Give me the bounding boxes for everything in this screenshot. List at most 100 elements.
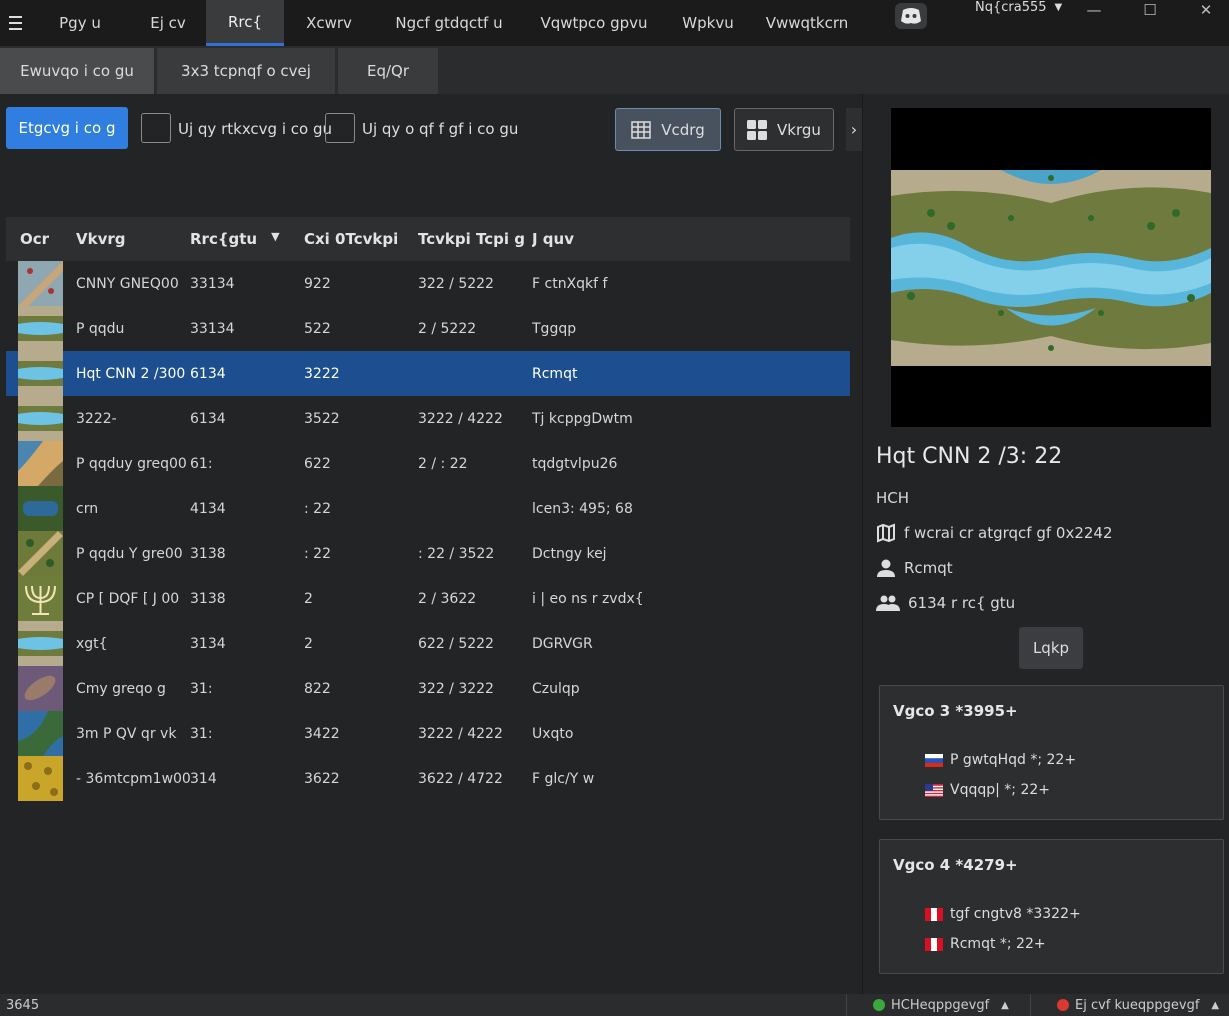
cell-title: crn xyxy=(76,500,99,517)
map-thumbnail-image xyxy=(18,351,63,396)
player-name: Vqqqp| *; 22+ xyxy=(950,782,1051,798)
show-modded-games-label: Uj qy o qf f gf i co gu xyxy=(362,120,519,138)
cell-avg-rating: : 22 xyxy=(304,500,331,517)
games-table: Ocr Vkvrg Rrc{gtu ▼ Cxi 0Tcvkpi Tcvkpi T… xyxy=(6,217,850,801)
games-list-panel: Etgcvg i co g Uj qy rtkxcvg i co gu Uj q… xyxy=(0,94,862,994)
header-avg-rating[interactable]: Cxi 0Tcvkpi xyxy=(304,230,418,248)
map-thumbnail-image xyxy=(18,621,63,666)
header-rating-range[interactable]: Tcvkpi Tcpi g xyxy=(418,230,532,248)
cell-title: Cmy greqo g xyxy=(76,680,166,697)
show-modded-games-checkbox[interactable] xyxy=(325,113,355,143)
discord-icon[interactable] xyxy=(894,2,928,30)
faf-connection-status[interactable]: HCHeqppgevgf ▲ xyxy=(846,994,1009,1016)
table-body: CNNY GNEQ00 33134 922 322 / 5222 F ctnXqkf f… xyxy=(6,261,850,801)
table-row[interactable]: 3m P QV qr vk 31: 3422 3222 / 4222 Uxqto xyxy=(6,711,850,756)
header-host[interactable]: J quv xyxy=(532,230,732,248)
menu-icon[interactable] xyxy=(0,0,30,46)
map-thumbnail xyxy=(6,756,76,801)
table-row[interactable]: - 36mtcpm1w00 314 3622 3622 / 4722 F glc/Y w xyxy=(6,756,850,801)
maximize-icon[interactable]: ☐ xyxy=(1122,0,1178,20)
tab-play[interactable]: Rrc{ xyxy=(206,0,284,46)
cell-avg-rating: 3522 xyxy=(304,410,340,427)
table-header: Ocr Vkvrg Rrc{gtu ▼ Cxi 0Tcvkpi Tcvkpi T… xyxy=(6,217,850,261)
chevron-up-icon: ▲ xyxy=(1001,999,1009,1011)
table-row[interactable]: xgt{3134 2 622 / 5222 DGRVGR xyxy=(6,621,850,666)
cell-title: - 36mtcpm1w00 xyxy=(76,770,190,787)
team-1-box: Vgco 3 *3995+ P gwtqHqd *; 22+ Vqqqp| *;… xyxy=(879,685,1224,820)
table-row[interactable]: CP [ DQF [ J 00 3138 2 2 / 3622 i | eo ns r … xyxy=(6,576,850,621)
header-map[interactable]: Ocr xyxy=(6,230,76,248)
faf-status-label: HCHeqppgevgf xyxy=(891,997,990,1013)
table-row[interactable]: CNNY GNEQ00 33134 922 322 / 5222 F ctnXqkf f xyxy=(6,261,850,306)
map-thumbnail xyxy=(6,396,76,441)
table-row[interactable]: 3222- 6134 3522 3222 / 4222 Tj kcppgDwtm xyxy=(6,396,850,441)
minimize-icon[interactable]: — xyxy=(1066,0,1122,20)
cell-players: 3138 xyxy=(190,590,226,607)
map-preview xyxy=(891,108,1211,427)
map-thumbnail xyxy=(6,351,76,396)
players-count: 6134 r rc{ gtu xyxy=(908,594,1016,612)
cell-title: P qqdu Y gre00 xyxy=(76,545,183,562)
table-row[interactable]: crn 4134: 22 lcen3: 495; 68 xyxy=(6,486,850,531)
tab-tournaments[interactable]: Vqwtpco gpvu xyxy=(524,0,664,46)
header-title[interactable]: Vkvrg xyxy=(76,230,190,248)
cell-rating-range: 3222 / 4222 xyxy=(418,725,503,742)
show-private-games-checkbox[interactable] xyxy=(141,113,171,143)
cell-title: xgt{ xyxy=(76,635,108,652)
flag-ru-icon xyxy=(925,753,943,767)
close-icon[interactable]: ✕ xyxy=(1178,0,1229,20)
cell-players: 314 xyxy=(190,770,217,787)
cell-avg-rating: 822 xyxy=(304,680,331,697)
table-view-button[interactable]: Vcdrg xyxy=(615,108,721,151)
user-menu[interactable]: Nq{cra555 ▼ xyxy=(975,0,1062,15)
tab-vault[interactable]: Xcwrv xyxy=(284,0,374,46)
cell-avg-rating: 3622 xyxy=(304,770,340,787)
cell-avg-rating: 522 xyxy=(304,320,331,337)
map-thumbnail-image xyxy=(18,441,63,486)
chat-connection-status[interactable]: Ej cvf kueqppgevgf ▲ xyxy=(1030,994,1219,1016)
team-2-player-1: tgf cngtv8 *3322+ xyxy=(925,906,1081,922)
player-name: tgf cngtv8 *3322+ xyxy=(950,906,1081,922)
cell-host: Tggqp xyxy=(532,320,577,337)
tab-units[interactable]: Wpkvu xyxy=(664,0,752,46)
tab-tutorials[interactable]: Vwwqtkcrn xyxy=(752,0,862,46)
subtab-custom-games[interactable]: Ewuvqo i co gu xyxy=(0,48,154,94)
create-game-button[interactable]: Etgcvg i co g xyxy=(6,107,128,149)
chevron-right-icon[interactable]: › xyxy=(846,108,862,151)
map-thumbnail-image xyxy=(18,486,63,531)
table-row[interactable]: P qqdu 33134 522 2 / 5222 Tggqp xyxy=(6,306,850,351)
tab-leaderboards[interactable]: Ngcf gtdqctf u xyxy=(374,0,524,46)
table-row[interactable]: P qqduy greq00 61: 622 2 / : 22 tqdgtvlpu26 xyxy=(6,441,850,486)
map-thumbnail xyxy=(6,486,76,531)
table-icon xyxy=(631,120,652,139)
username: Nq{cra555 xyxy=(975,0,1047,15)
tiles-view-button[interactable]: Vkrgu xyxy=(734,108,834,151)
tab-news[interactable]: Pgy u xyxy=(30,0,130,46)
games-toolbar: Etgcvg i co g Uj qy rtkxcvg i co gu Uj q… xyxy=(0,94,862,164)
team-2-box: Vgco 4 *4279+ tgf cngtv8 *3322+ Rcmqt *;… xyxy=(879,839,1224,974)
table-row[interactable]: Hqt CNN 2 /300 6134 3222 Rcmqt xyxy=(6,351,850,396)
table-row[interactable]: P qqdu Y gre00 3138: 22: 22 / 3522 Dctngy … xyxy=(6,531,850,576)
subtab-ranked-match[interactable]: 3x3 tcpnqf o cvej xyxy=(157,48,335,94)
map-thumbnail xyxy=(6,441,76,486)
cell-host: tqdgtvlpu26 xyxy=(532,455,618,472)
join-button[interactable]: Lqkp xyxy=(1019,627,1083,669)
header-players[interactable]: Rrc{gtu ▼ xyxy=(190,230,304,248)
cell-players: 6134 xyxy=(190,365,226,382)
cell-rating-range: 3622 / 4722 xyxy=(418,770,503,787)
cell-title: CP [ DQF [ J 00 xyxy=(76,590,180,607)
status-ok-icon xyxy=(873,999,885,1011)
map-thumbnail xyxy=(6,711,76,756)
cell-host: Tj kcppgDwtm xyxy=(532,410,633,427)
cell-host: F ctnXqkf f xyxy=(532,275,608,292)
table-row[interactable]: Cmy greqo g 31: 822 322 / 3222 Czulqp xyxy=(6,666,850,711)
subtab-coop[interactable]: Eq/Qr xyxy=(338,48,438,94)
cell-players: 31: xyxy=(190,680,213,697)
map-thumbnail xyxy=(6,306,76,351)
map-thumbnail xyxy=(6,531,76,576)
cell-players: 31: xyxy=(190,725,213,742)
status-error-icon xyxy=(1057,999,1069,1011)
cell-avg-rating: 622 xyxy=(304,455,331,472)
cell-host: Czulqp xyxy=(532,680,580,697)
tab-chat[interactable]: Ej cv xyxy=(130,0,206,46)
